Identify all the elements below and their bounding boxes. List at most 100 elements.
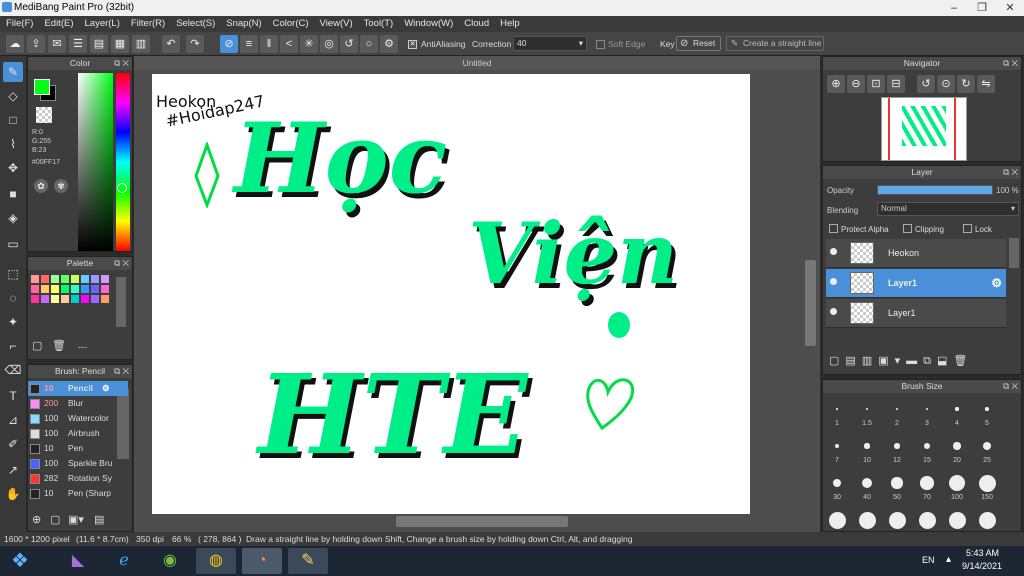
eyedropper-tool-icon[interactable]: ✐ (3, 434, 23, 454)
brush-size-dot[interactable] (894, 443, 900, 449)
layer-row[interactable]: Layer1 ⚙ (826, 269, 1006, 298)
antialiasing-checkbox[interactable]: ✕ (408, 40, 417, 49)
snap-off-icon[interactable]: ⊘ (220, 35, 238, 53)
panel-options-icon[interactable]: ⧉ ✕ (1003, 57, 1018, 70)
lock-checkbox[interactable] (963, 224, 972, 233)
paint-icon[interactable]: ✎ (288, 548, 328, 574)
brush-size-dot[interactable] (948, 511, 966, 529)
curve-snap-icon[interactable]: ↺ (340, 35, 358, 53)
panel-options-icon[interactable]: ⧉ ✕ (114, 257, 129, 270)
actual-size-icon[interactable]: ⊟ (887, 75, 905, 93)
rotate-right-icon[interactable]: ↻ (957, 75, 975, 93)
brush-settings-icon[interactable]: ▤ (94, 513, 104, 526)
brush-size-dot[interactable] (888, 511, 906, 529)
chat-icon[interactable]: ☰ (69, 35, 87, 53)
layout-icon[interactable]: ▥ (132, 35, 150, 53)
medibang-taskbar-icon[interactable]: ◔ (242, 548, 282, 574)
shape-tool-icon[interactable]: □ (3, 110, 23, 130)
palette-swatch[interactable] (101, 285, 109, 293)
lasso-tool-icon[interactable]: ◌ (3, 288, 23, 308)
brush-size-dot[interactable] (978, 511, 996, 529)
flip-icon[interactable]: ⇋ (977, 75, 995, 93)
brush-size-dot[interactable] (978, 474, 996, 492)
select-eraser-icon[interactable]: ⌫ (3, 360, 23, 380)
palette-swatch[interactable] (51, 295, 59, 303)
operation-tool-icon[interactable]: ↗ (3, 460, 23, 480)
palette-swatch[interactable] (71, 285, 79, 293)
menu-layer[interactable]: Layer(L) (79, 16, 125, 29)
palette-swatch[interactable] (81, 295, 89, 303)
palette-swatch[interactable] (51, 275, 59, 283)
reset-rotation-icon[interactable]: ⊙ (937, 75, 955, 93)
opacity-slider[interactable] (877, 185, 993, 195)
new-palette-icon[interactable]: ▢ (32, 339, 46, 353)
menu-snap[interactable]: Snap(N) (220, 16, 266, 29)
language-indicator[interactable]: EN (922, 555, 935, 565)
add-layer-menu-icon[interactable]: ▣▾ (878, 355, 906, 367)
palette-swatch[interactable] (81, 275, 89, 283)
brush-list-item[interactable]: 100 Watercolor (28, 411, 128, 426)
zoom-out-icon[interactable]: ⊖ (847, 75, 865, 93)
soft-edge-checkbox[interactable] (596, 40, 605, 49)
brush-menu-icon[interactable]: ▣▾ (68, 513, 84, 526)
layer-settings-gear-icon[interactable]: ⚙ (991, 276, 1002, 290)
brush-size-dot[interactable] (866, 408, 868, 410)
gradient-tool-icon[interactable]: ▭ (3, 234, 23, 254)
hue-slider-handle[interactable] (117, 183, 127, 193)
layer-visibility-icon[interactable] (830, 308, 837, 315)
brush-size-dot[interactable] (864, 443, 870, 449)
clock-time[interactable]: 5:43 AM (966, 548, 999, 558)
layer-visibility-icon[interactable] (830, 278, 837, 285)
palette-swatch[interactable] (41, 285, 49, 293)
drawing-canvas[interactable]: Heokon #Hoidap247 Học Viện HTE (152, 74, 750, 514)
brush-size-dot[interactable] (985, 407, 989, 411)
brush-list-item[interactable]: 100 Sparkle Bru (28, 456, 128, 471)
eraser-tool-icon[interactable]: ◇ (3, 86, 23, 106)
brush-size-dot[interactable] (918, 511, 936, 529)
palette-swatch[interactable] (41, 275, 49, 283)
palette-swatch[interactable] (71, 295, 79, 303)
brush-size-dot[interactable] (949, 475, 965, 491)
chrome-icon[interactable]: ◍ (196, 548, 236, 574)
fill-rect-tool-icon[interactable]: ■ (3, 184, 23, 204)
undo-icon[interactable]: ↶ (162, 35, 180, 53)
clipping-checkbox[interactable] (903, 224, 912, 233)
layer-row[interactable]: Layer1 (826, 299, 1006, 328)
palette-swatch[interactable] (31, 295, 39, 303)
palette-swatch[interactable] (61, 285, 69, 293)
comment-icon[interactable]: ✉ (48, 35, 66, 53)
show-hidden-icon[interactable]: ▴ (946, 554, 951, 565)
brush-size-dot[interactable] (955, 407, 959, 411)
vanish-snap-icon[interactable]: < (280, 35, 298, 53)
redo-icon[interactable]: ↷ (186, 35, 204, 53)
color-picker-area[interactable] (78, 73, 113, 251)
trash-icon[interactable]: 🗑 (52, 339, 66, 353)
foreground-color-swatch[interactable] (34, 79, 50, 95)
new-layer-icon[interactable]: ▢ (829, 355, 845, 367)
brush-size-dot[interactable] (953, 442, 961, 450)
menu-cloud[interactable]: Cloud (458, 16, 494, 29)
utorrent-icon[interactable]: ◉ (150, 548, 190, 574)
straight-line-button[interactable]: ✎ Create a straight line (726, 36, 824, 51)
add-brush-icon[interactable]: ⊕ (32, 513, 41, 526)
cloud-icon[interactable]: ☁ (6, 35, 24, 53)
fit-icon[interactable]: ⊡ (867, 75, 885, 93)
rotate-left-icon[interactable]: ↺ (917, 75, 935, 93)
select-pen-icon[interactable]: ⌐ (3, 336, 23, 356)
select-tool-icon[interactable]: ⬚ (3, 264, 23, 284)
visual-studio-icon[interactable]: ◣ (58, 548, 98, 574)
duplicate-layer-icon[interactable]: ⧉ (923, 355, 937, 367)
brush-size-dot[interactable] (858, 511, 876, 529)
move-tool-icon[interactable]: ✥ (3, 158, 23, 178)
correction-select[interactable]: 40 ▾ (513, 36, 587, 51)
menu-file[interactable]: File(F) (0, 16, 38, 29)
hand-tool-icon[interactable]: ✋ (3, 484, 23, 504)
merge-down-icon[interactable]: ⬓ (937, 355, 953, 367)
palette-swatch[interactable] (61, 275, 69, 283)
close-button[interactable]: ✕ (996, 0, 1024, 16)
palette-swatch[interactable] (61, 295, 69, 303)
palette-swatch[interactable] (81, 285, 89, 293)
color-wheel-icon[interactable]: ✿ (34, 179, 48, 193)
palette-swatch[interactable] (101, 295, 109, 303)
layer-visibility-icon[interactable] (830, 248, 837, 255)
